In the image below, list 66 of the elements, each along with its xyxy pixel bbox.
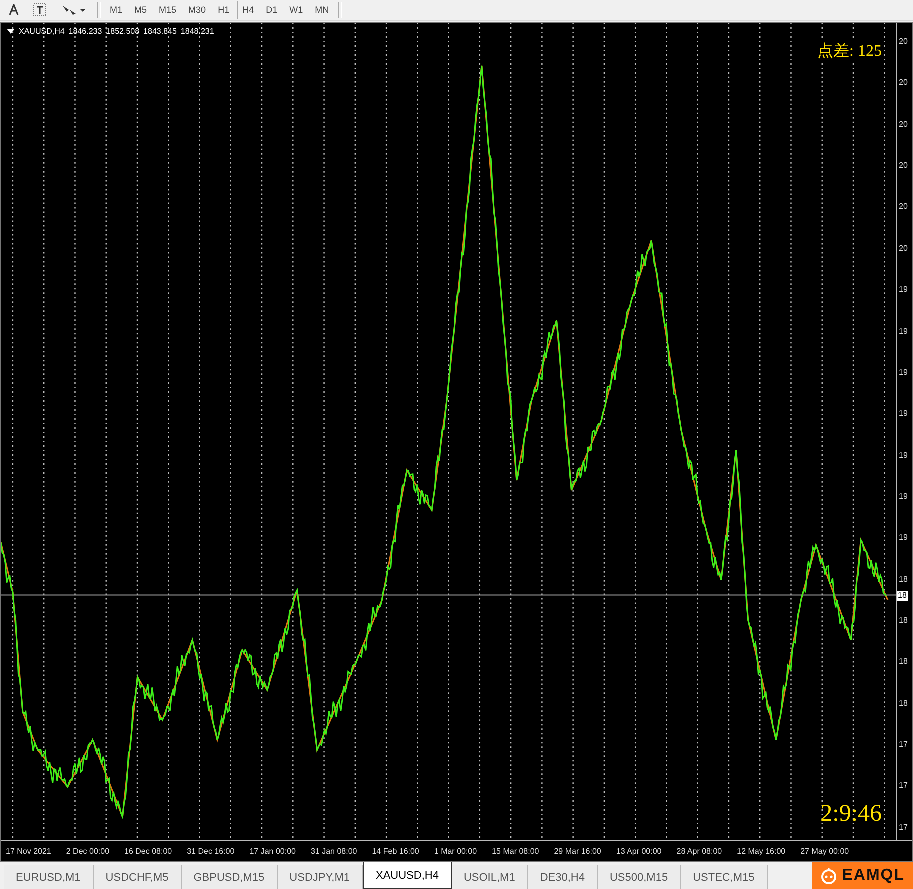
timeframe-button[interactable]: M1 (105, 1, 128, 19)
timeframe-button[interactable]: W1 (284, 1, 308, 19)
time-axis-label: 2 Dec 00:00 (66, 846, 110, 856)
price-axis-label: 20 (899, 120, 909, 129)
chart-tab[interactable]: USTEC,M15 (681, 865, 768, 889)
price-axis-label: 20 (899, 244, 909, 253)
dropdown-icon[interactable] (7, 28, 15, 34)
price-value: 1843.845 (144, 27, 177, 36)
robot-icon (820, 868, 838, 884)
price-axis-label: 18 (899, 616, 909, 626)
price-axis-label: 17 (899, 822, 909, 832)
time-axis-label: 12 May 16:00 (737, 846, 786, 856)
chart-tab[interactable]: USOIL,M1 (452, 865, 528, 889)
chart-tab[interactable]: US500,M15 (598, 865, 682, 889)
price-axis-label: 19 (899, 409, 909, 418)
price-axis-label: 20 (899, 37, 909, 46)
price-axis-label: 18 (899, 574, 909, 584)
price-axis-label: 19 (899, 492, 909, 501)
current-price-marker: 18 (897, 591, 908, 601)
timeframe-button[interactable]: H4 (236, 1, 260, 19)
time-axis-label: 17 Jan 00:00 (250, 846, 296, 856)
chart-tab[interactable]: USDCHF,M5 (94, 865, 182, 889)
chart-tab[interactable]: USDJPY,M1 (278, 865, 363, 889)
symbol-label: XAUUSD,H4 (19, 27, 65, 36)
arrows-dropdown-icon[interactable] (61, 4, 87, 16)
price-value: 1852.508 (106, 27, 140, 36)
price-value: 1848.231 (180, 27, 214, 36)
chart-tab[interactable]: GBPUSD,M15 (182, 865, 278, 889)
price-axis-label: 18 (899, 698, 909, 708)
chart-tab[interactable]: EURUSD,M1 (4, 865, 94, 889)
chart-tab[interactable]: DE30,H4 (528, 865, 598, 889)
time-axis-label: 27 May 00:00 (800, 846, 850, 856)
timeframe-button[interactable]: M15 (154, 1, 182, 19)
time-axis-label: 29 Mar 16:00 (554, 846, 602, 856)
price-axis-label: 17 (899, 781, 909, 790)
price-axis-label: 18 (899, 657, 909, 666)
text-label-icon[interactable] (33, 3, 47, 17)
timeframe-button[interactable]: D1 (261, 1, 283, 19)
price-axis-label: 19 (899, 533, 909, 542)
time-axis-label: 16 Dec 08:00 (124, 846, 172, 856)
timeframe-button[interactable]: M30 (184, 1, 212, 19)
price-axis-label: 20 (899, 78, 909, 88)
price-value: 1846.233 (68, 27, 102, 36)
spread-label: 点差: 125 (818, 41, 882, 62)
timeframe-button[interactable]: H1 (213, 1, 235, 19)
price-axis-label: 19 (899, 450, 909, 460)
chart-tab[interactable]: XAUUSD,H4 (363, 862, 452, 889)
time-axis-label: 14 Feb 16:00 (372, 846, 420, 856)
timeframe-button[interactable]: MN (310, 1, 334, 19)
text-tool-icon[interactable] (9, 4, 19, 16)
time-axis-label: 1 Mar 00:00 (434, 846, 478, 856)
timeframe-button[interactable]: M5 (130, 1, 152, 19)
time-axis-label: 31 Dec 16:00 (187, 846, 235, 856)
time-axis-label: 15 Mar 08:00 (492, 846, 540, 856)
price-axis-label: 19 (899, 285, 909, 294)
price-axis-label: 20 (899, 161, 909, 170)
price-axis-label: 19 (899, 326, 909, 336)
price-axis-label: 19 (899, 368, 909, 377)
time-axis-label: 13 Apr 00:00 (616, 846, 662, 856)
time-axis-label: 31 Jan 08:00 (310, 846, 358, 856)
logo-text: EAMQL (842, 866, 905, 884)
time-axis-label: 17 Nov 2021 (6, 846, 52, 856)
price-axis-label: 17 (899, 740, 909, 750)
countdown-timer: 2:9:46 (820, 801, 882, 828)
price-axis-label: 20 (899, 202, 909, 212)
time-axis-label: 28 Apr 08:00 (676, 846, 722, 856)
